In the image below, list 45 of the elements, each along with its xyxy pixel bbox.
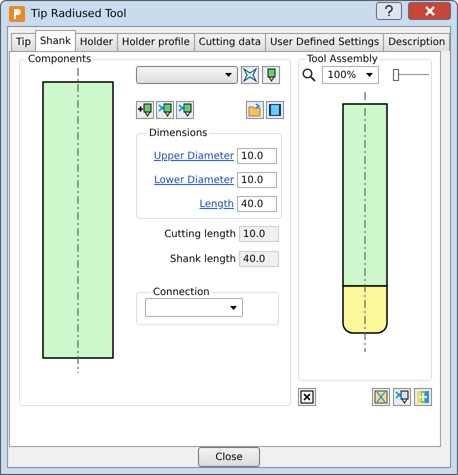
field-link[interactable]: Lower Diameter	[154, 174, 234, 186]
zoom-dropdown[interactable]: 100%	[322, 66, 378, 84]
tab[interactable]: Shank	[34, 30, 76, 51]
close-dialog-button[interactable]: Close	[198, 447, 260, 467]
field-label: Cutting length	[164, 228, 236, 240]
help-button[interactable]	[376, 2, 402, 20]
input-field[interactable]: 10.0	[237, 172, 277, 188]
tool-stack-icon[interactable]	[372, 388, 390, 406]
input-field[interactable]: 10.0	[237, 148, 277, 164]
tab[interactable]: Cutting data	[194, 33, 266, 51]
group-title: Tool Assembly	[306, 54, 379, 65]
search-icon	[302, 68, 316, 82]
readonly-field[interactable]: 10.0	[239, 226, 279, 242]
add-tool-icon[interactable]	[136, 101, 154, 119]
slider-thumb[interactable]	[392, 69, 398, 81]
group-title: Connection	[152, 287, 211, 298]
fit-icon[interactable]	[298, 388, 316, 406]
save-icon[interactable]	[266, 101, 284, 119]
close-icon	[424, 6, 436, 16]
field-link[interactable]: Upper Diameter	[154, 150, 234, 162]
close-button[interactable]	[408, 2, 451, 20]
tab[interactable]: Holder profile	[116, 33, 195, 51]
add-column-icon[interactable]	[414, 388, 432, 406]
app-icon	[9, 6, 25, 22]
group-title: Components	[27, 54, 92, 65]
remove-tool-icon[interactable]	[176, 101, 194, 119]
tool-icon[interactable]	[262, 66, 280, 84]
field-label: Shank length	[170, 254, 236, 264]
tab[interactable]: Holder	[74, 33, 118, 51]
tab[interactable]: Description	[383, 33, 450, 51]
remove-tool-icon[interactable]	[156, 101, 174, 119]
group-title: Dimensions	[148, 128, 208, 139]
component-dropdown[interactable]	[136, 66, 238, 84]
tab[interactable]: Tip	[11, 33, 36, 51]
remove-tool-icon[interactable]	[393, 388, 411, 406]
readonly-field[interactable]: 40.0	[239, 251, 279, 267]
select-icon[interactable]	[241, 66, 259, 84]
tab[interactable]: User Defined Settings	[265, 33, 384, 51]
caret-icon	[366, 73, 372, 77]
input-field[interactable]: 40.0	[237, 196, 277, 212]
caret-icon	[225, 73, 232, 77]
help-icon	[384, 4, 394, 16]
window-title: Tip Radiused Tool	[31, 7, 126, 20]
caret-icon	[230, 306, 237, 310]
field-link[interactable]: Length	[200, 198, 234, 210]
